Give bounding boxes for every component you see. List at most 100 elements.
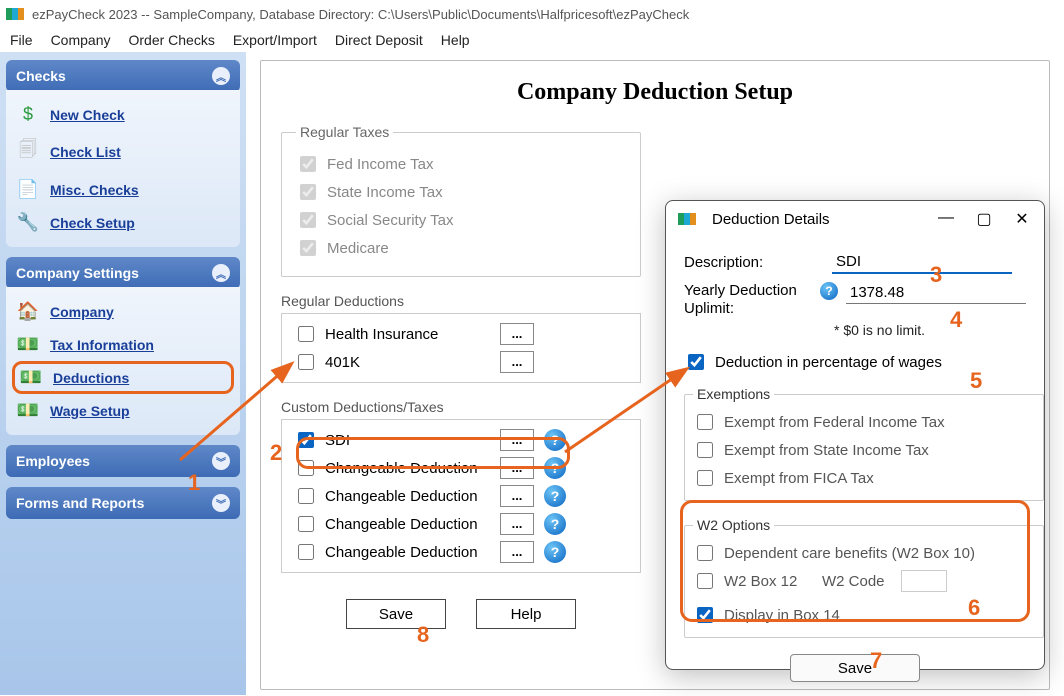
sidebar-item-new-check[interactable]: $ New Check: [12, 98, 234, 131]
checkbox-changeable-3[interactable]: [298, 516, 314, 532]
annotation-8: 8: [417, 622, 429, 648]
deduction-label: SDI: [325, 432, 350, 449]
deduction-row-c2: Changeable Deduction ... ?: [294, 482, 628, 510]
ellipsis-button[interactable]: ...: [500, 457, 534, 479]
checkbox-changeable-4[interactable]: [298, 544, 314, 560]
note-icon: 📄: [16, 179, 40, 200]
sidebar-item-check-setup[interactable]: 🔧 Check Setup: [12, 206, 234, 239]
panel-title-employees: Employees: [16, 453, 90, 469]
menu-direct-deposit[interactable]: Direct Deposit: [335, 32, 423, 48]
exemptions-group: Exemptions Exempt from Federal Income Ta…: [684, 386, 1044, 501]
menu-order-checks[interactable]: Order Checks: [128, 32, 214, 48]
window-title: ezPayCheck 2023 -- SampleCompany, Databa…: [32, 7, 689, 22]
panel-header-checks[interactable]: Checks ︽: [6, 60, 240, 92]
sidebar-item-tax-information[interactable]: 💵 Tax Information: [12, 328, 234, 361]
wrench-icon: 🔧: [16, 212, 40, 233]
panel-employees: Employees ︾: [6, 445, 240, 477]
sidebar-item-wage-setup[interactable]: 💵 Wage Setup: [12, 394, 234, 427]
chevron-up-icon: ︽: [212, 67, 230, 85]
help-icon[interactable]: ?: [820, 282, 838, 300]
exemption-label: Exempt from FICA Tax: [724, 470, 874, 487]
sidebar-item-company[interactable]: 🏠 Company: [12, 295, 234, 328]
checkbox-dependent-care[interactable]: [697, 545, 713, 561]
uplimit-label: Yearly Deduction Uplimit:: [684, 282, 812, 318]
sidebar-item-check-list[interactable]: 🗐 Check List: [12, 131, 234, 173]
ellipsis-button[interactable]: ...: [500, 513, 534, 535]
menu-export-import[interactable]: Export/Import: [233, 32, 317, 48]
help-icon[interactable]: ?: [544, 541, 566, 563]
tax-label: Social Security Tax: [327, 212, 453, 229]
deduction-label: Changeable Deduction: [325, 488, 478, 505]
window-titlebar: ezPayCheck 2023 -- SampleCompany, Databa…: [0, 0, 1064, 28]
checkbox-exempt-state[interactable]: [697, 442, 713, 458]
panel-title-checks: Checks: [16, 68, 66, 84]
menu-file[interactable]: File: [10, 32, 33, 48]
minimize-button[interactable]: —: [936, 209, 956, 229]
w2-label: W2 Box 12: [724, 573, 814, 590]
deduction-details-dialog: Deduction Details — ▢ ✕ Description: Yea…: [665, 200, 1045, 670]
panel-header-employees[interactable]: Employees ︾: [6, 445, 240, 477]
uplimit-note: * $0 is no limit.: [834, 322, 1026, 338]
percentage-label: Deduction in percentage of wages: [715, 354, 942, 371]
panel-header-forms[interactable]: Forms and Reports ︾: [6, 487, 240, 519]
checkbox-w2-box12[interactable]: [697, 573, 713, 589]
checkbox-percentage[interactable]: [688, 354, 704, 370]
checkbox-state-income-tax: [300, 184, 316, 200]
description-label: Description:: [684, 254, 824, 271]
dollar-icon: $: [16, 104, 40, 125]
tax-label: Fed Income Tax: [327, 156, 433, 173]
tax-label: State Income Tax: [327, 184, 443, 201]
checkbox-changeable-2[interactable]: [298, 488, 314, 504]
w2-code-input[interactable]: [901, 570, 947, 592]
annotation-1: 1: [188, 470, 200, 496]
panel-forms: Forms and Reports ︾: [6, 487, 240, 519]
annotation-4: 4: [950, 307, 962, 333]
dialog-titlebar: Deduction Details — ▢ ✕: [666, 201, 1044, 237]
app-icon: [678, 213, 696, 225]
help-button[interactable]: Help: [476, 599, 576, 629]
copy-icon: 🗐: [16, 137, 40, 167]
ellipsis-button[interactable]: ...: [500, 351, 534, 373]
w2-label: Display in Box 14: [724, 607, 840, 624]
checkbox-health-insurance[interactable]: [298, 326, 314, 342]
checkbox-box14[interactable]: [697, 607, 713, 623]
help-icon[interactable]: ?: [544, 457, 566, 479]
checkbox-sdi[interactable]: [298, 432, 314, 448]
ellipsis-button[interactable]: ...: [500, 485, 534, 507]
help-icon[interactable]: ?: [544, 429, 566, 451]
deduction-row-sdi: SDI ... ?: [294, 426, 628, 454]
annotation-7: 7: [870, 648, 882, 674]
checkbox-exempt-federal[interactable]: [697, 414, 713, 430]
sidebar-item-label: Check List: [50, 144, 121, 160]
page-title: Company Deduction Setup: [281, 79, 1029, 106]
menu-help[interactable]: Help: [441, 32, 470, 48]
panel-title-settings: Company Settings: [16, 265, 139, 281]
deduction-row-health: Health Insurance ...: [294, 320, 628, 348]
ellipsis-button[interactable]: ...: [500, 323, 534, 345]
regular-taxes-group: Regular Taxes Fed Income Tax State Incom…: [281, 124, 641, 277]
menu-company[interactable]: Company: [51, 32, 111, 48]
save-button[interactable]: Save: [346, 599, 446, 629]
sidebar-item-deductions[interactable]: 💵 Deductions: [12, 361, 234, 394]
ellipsis-button[interactable]: ...: [500, 541, 534, 563]
chevron-down-icon: ︾: [212, 452, 230, 470]
annotation-3: 3: [930, 262, 942, 288]
maximize-button[interactable]: ▢: [974, 209, 994, 229]
help-icon[interactable]: ?: [544, 485, 566, 507]
deduction-row-c1: Changeable Deduction ... ?: [294, 454, 628, 482]
sidebar-item-misc-checks[interactable]: 📄 Misc. Checks: [12, 173, 234, 206]
description-input[interactable]: [832, 251, 1012, 274]
ellipsis-button-sdi[interactable]: ...: [500, 429, 534, 451]
dialog-save-button[interactable]: Save: [790, 654, 920, 682]
deduction-row-c4: Changeable Deduction ... ?: [294, 538, 628, 566]
close-button[interactable]: ✕: [1012, 209, 1032, 229]
panel-header-settings[interactable]: Company Settings ︽: [6, 257, 240, 289]
app-icon: [6, 8, 24, 20]
tax-label: Medicare: [327, 240, 389, 257]
annotation-6: 6: [968, 595, 980, 621]
sidebar: Checks ︽ $ New Check 🗐 Check List 📄 Misc…: [0, 52, 246, 695]
checkbox-changeable-1[interactable]: [298, 460, 314, 476]
checkbox-401k[interactable]: [298, 354, 314, 370]
help-icon[interactable]: ?: [544, 513, 566, 535]
checkbox-exempt-fica[interactable]: [697, 470, 713, 486]
